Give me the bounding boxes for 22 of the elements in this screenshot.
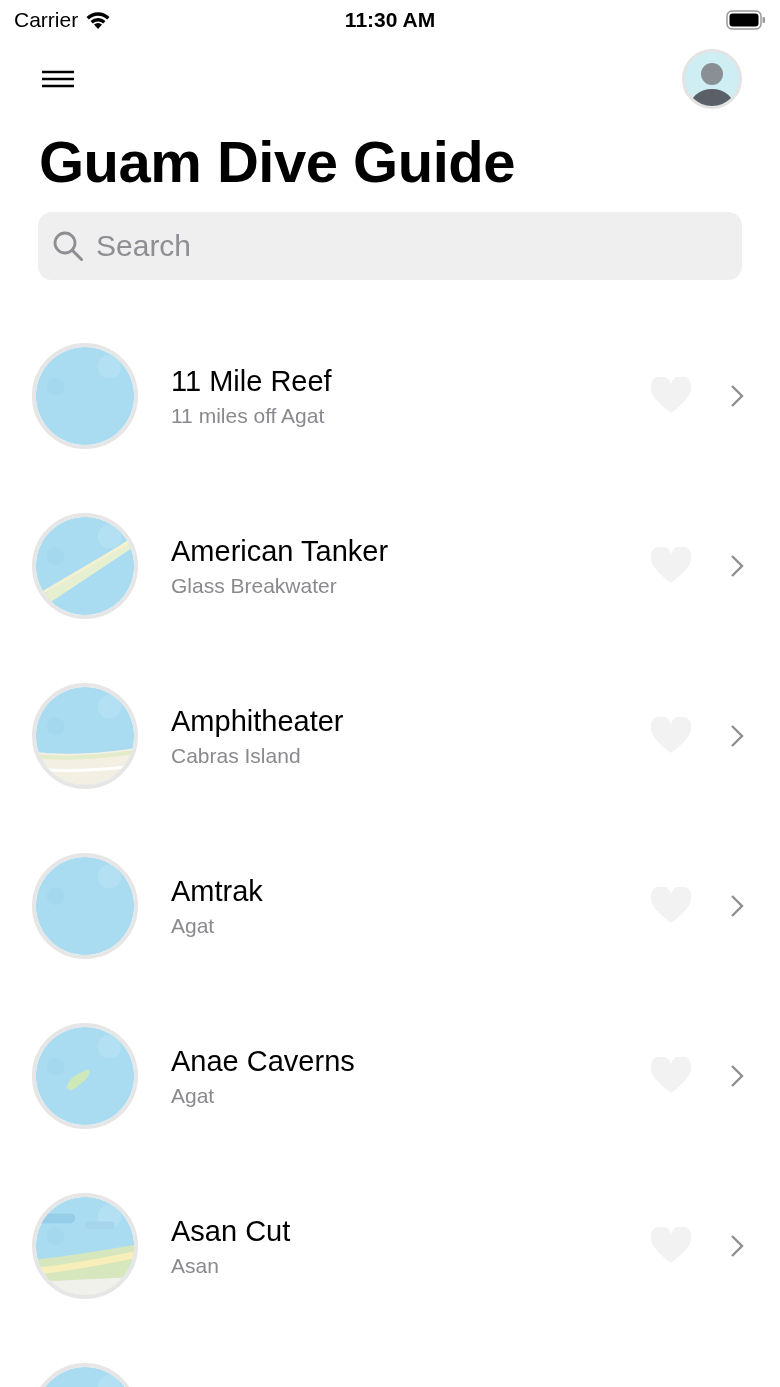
list-row[interactable]: American Tanker Glass Breakwater [0,481,780,651]
site-name: Amphitheater [171,704,345,738]
list-row[interactable]: Amtrak Agat [0,821,780,991]
list-row[interactable]: Amphitheater Cabras Island [0,651,780,821]
site-name: Amtrak [171,874,264,908]
site-name: Anae Caverns [171,1044,356,1078]
site-location: Cabras Island [171,743,302,768]
site-location: Asan [171,1253,220,1278]
site-name: 11 Mile Reef [171,364,333,398]
site-location: Agat [171,1083,216,1108]
page-title: Guam Dive Guide [39,128,516,196]
site-name: Asan Cut [171,1214,292,1248]
carrier-label: Carrier [14,8,79,32]
site-location: 11 miles off Agat [171,403,326,428]
site-name: American Tanker [171,534,390,568]
search-field[interactable]: Search [38,212,742,280]
site-location: Glass Breakwater [171,573,338,598]
list-row[interactable]: 11 Mile Reef 11 miles off Agat [0,311,780,481]
list-row[interactable]: Anae Caverns Agat [0,991,780,1161]
list-row[interactable]: Asan Cut Asan [0,1161,780,1331]
clock-time: 11:30 AM [344,8,436,32]
site-location: Agat [171,913,216,938]
